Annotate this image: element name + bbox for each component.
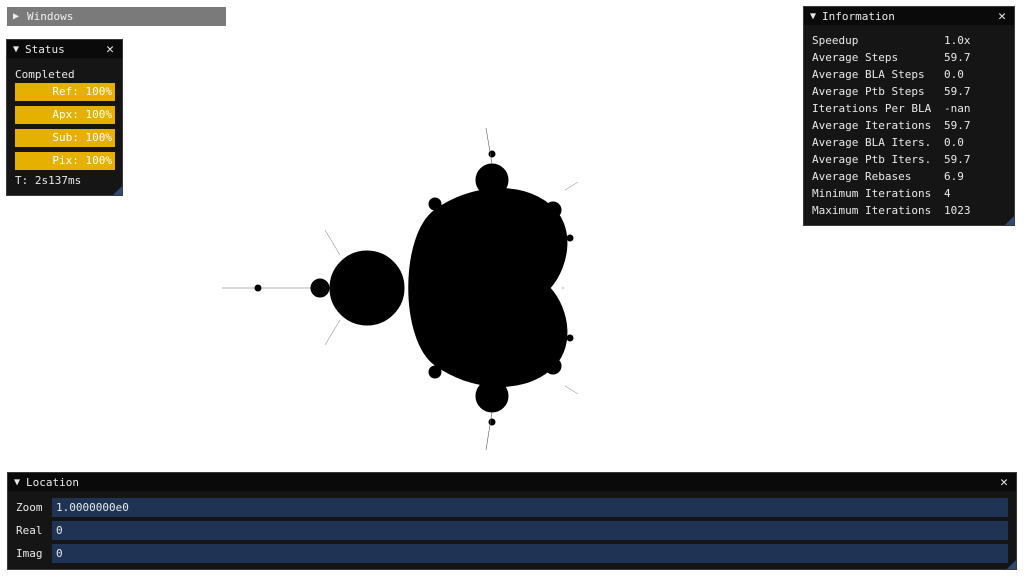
resize-grip[interactable] xyxy=(1007,560,1016,569)
resize-grip[interactable] xyxy=(1005,216,1014,225)
status-titlebar[interactable]: ▼ Status ✕ xyxy=(7,40,122,58)
info-key: Average BLA Steps xyxy=(812,68,925,81)
close-icon[interactable]: ✕ xyxy=(104,42,116,57)
info-row-minimum-iterations: Minimum Iterations 4 xyxy=(812,185,1006,202)
zoom-label: Zoom xyxy=(16,501,43,514)
information-window: ▼ Information ✕ Speedup 1.0x Average Step… xyxy=(803,6,1015,226)
info-key: Average Ptb Steps xyxy=(812,85,925,98)
zoom-input[interactable]: 1.0000000e0 xyxy=(52,498,1008,517)
info-value: 6.9 xyxy=(944,170,964,183)
progress-bar-pix: Pix: 100% xyxy=(15,152,115,170)
status-title: Status xyxy=(25,42,65,56)
status-window: ▼ Status ✕ Completed Ref: 100% Apx: 100%… xyxy=(6,39,123,196)
progress-label-pix: Pix: 100% xyxy=(52,154,112,167)
info-row-average-bla-steps: Average BLA Steps 0.0 xyxy=(812,66,1006,83)
info-row-iterations-per-bla: Iterations Per BLA -nan xyxy=(812,100,1006,117)
imag-input[interactable]: 0 xyxy=(52,544,1008,563)
location-title: Location xyxy=(26,475,79,489)
status-time: T: 2s137ms xyxy=(15,174,82,187)
info-key: Average Iterations xyxy=(812,119,932,132)
progress-label-sub: Sub: 100% xyxy=(52,131,112,144)
info-value: 59.7 xyxy=(944,119,971,132)
info-key: Iterations Per BLA xyxy=(812,102,932,115)
info-row-average-bla-iters: Average BLA Iters. 0.0 xyxy=(812,134,1006,151)
information-titlebar[interactable]: ▼ Information ✕ xyxy=(804,7,1014,25)
imag-row: Imag 0 xyxy=(16,542,1008,565)
info-key: Average Steps xyxy=(812,51,899,64)
info-row-average-rebases: Average Rebases 6.9 xyxy=(812,168,1006,185)
info-row-average-steps: Average Steps 59.7 xyxy=(812,49,1006,66)
mandelbrot-canvas[interactable] xyxy=(220,120,590,460)
collapse-triangle-icon[interactable]: ▼ xyxy=(810,11,822,22)
status-state: Completed xyxy=(15,68,75,81)
progress-bar-apx: Apx: 100% xyxy=(15,106,115,124)
info-value: 59.7 xyxy=(944,85,971,98)
info-key: Speedup xyxy=(812,34,859,47)
windows-bar-label: Windows xyxy=(27,10,74,23)
info-row-average-iterations: Average Iterations 59.7 xyxy=(812,117,1006,134)
progress-label-ref: Ref: 100% xyxy=(52,85,112,98)
info-value: -nan xyxy=(944,102,971,115)
close-icon[interactable]: ✕ xyxy=(996,9,1008,24)
info-value: 1023 xyxy=(944,204,971,217)
info-key: Average Ptb Iters. xyxy=(812,153,932,166)
info-value: 1.0x xyxy=(944,34,971,47)
info-value: 0.0 xyxy=(944,136,964,149)
info-value: 0.0 xyxy=(944,68,964,81)
imag-label: Imag xyxy=(16,547,43,560)
real-input[interactable]: 0 xyxy=(52,521,1008,540)
info-row-speedup: Speedup 1.0x xyxy=(812,32,1006,49)
progress-bar-ref: Ref: 100% xyxy=(15,83,115,101)
resize-grip[interactable] xyxy=(113,186,122,195)
info-key: Maximum Iterations xyxy=(812,204,932,217)
info-key: Average BLA Iters. xyxy=(812,136,932,149)
progress-label-apx: Apx: 100% xyxy=(52,108,112,121)
zoom-row: Zoom 1.0000000e0 xyxy=(16,496,1008,519)
info-value: 4 xyxy=(944,187,951,200)
info-value: 59.7 xyxy=(944,153,971,166)
info-value: 59.7 xyxy=(944,51,971,64)
information-title: Information xyxy=(822,9,895,23)
location-titlebar[interactable]: ▼ Location ✕ xyxy=(8,473,1016,491)
expand-triangle-icon[interactable]: ▶ xyxy=(13,11,27,22)
info-key: Average Rebases xyxy=(812,170,912,183)
windows-menu-bar[interactable]: ▶ Windows xyxy=(7,7,226,26)
close-icon[interactable]: ✕ xyxy=(998,475,1010,490)
real-label: Real xyxy=(16,524,43,537)
progress-bar-sub: Sub: 100% xyxy=(15,129,115,147)
location-window: ▼ Location ✕ Zoom 1.0000000e0 Real 0 Ima… xyxy=(7,472,1017,570)
info-key: Minimum Iterations xyxy=(812,187,932,200)
info-row-maximum-iterations: Maximum Iterations 1023 xyxy=(812,202,1006,219)
collapse-triangle-icon[interactable]: ▼ xyxy=(13,44,25,55)
real-row: Real 0 xyxy=(16,519,1008,542)
collapse-triangle-icon[interactable]: ▼ xyxy=(14,477,26,488)
info-row-average-ptb-steps: Average Ptb Steps 59.7 xyxy=(812,83,1006,100)
info-row-average-ptb-iters: Average Ptb Iters. 59.7 xyxy=(812,151,1006,168)
